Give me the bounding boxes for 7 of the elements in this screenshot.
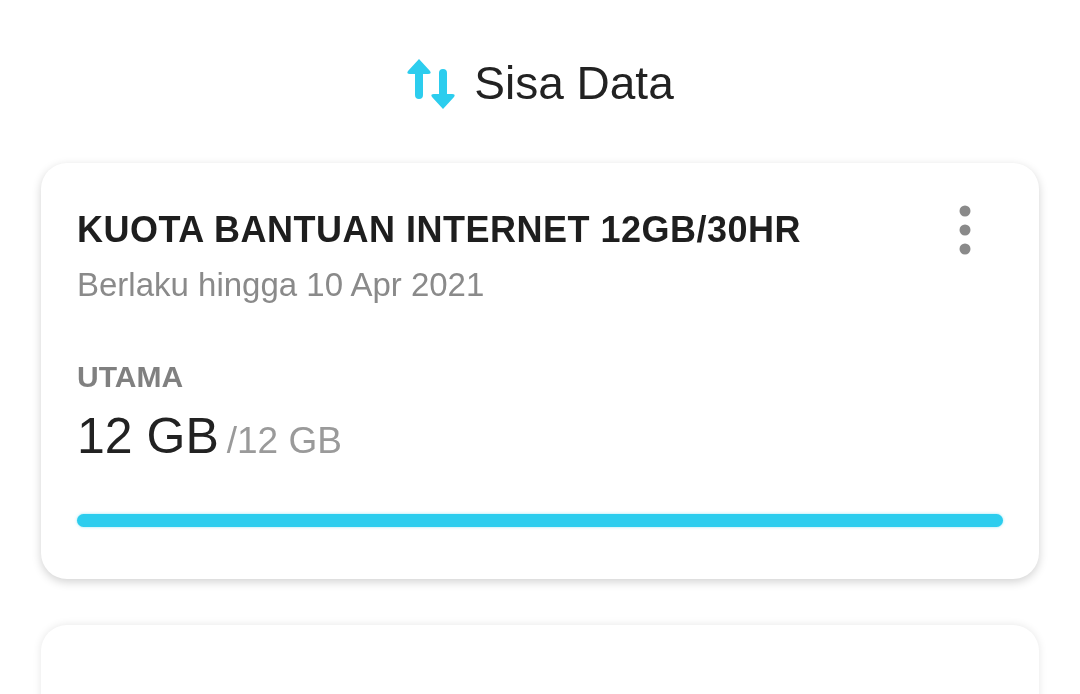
validity-text: Berlaku hingga 10 Apr 2021: [77, 265, 486, 305]
more-options-icon[interactable]: [959, 204, 971, 255]
quota-label: UTAMA: [77, 358, 185, 395]
remaining-amount: 12 GB: [77, 406, 219, 466]
total-amount: /12 GB: [226, 418, 342, 463]
package-title: KUOTA BANTUAN INTERNET 12GB/30HR: [77, 208, 802, 252]
page-title: Sisa Data: [474, 56, 674, 111]
